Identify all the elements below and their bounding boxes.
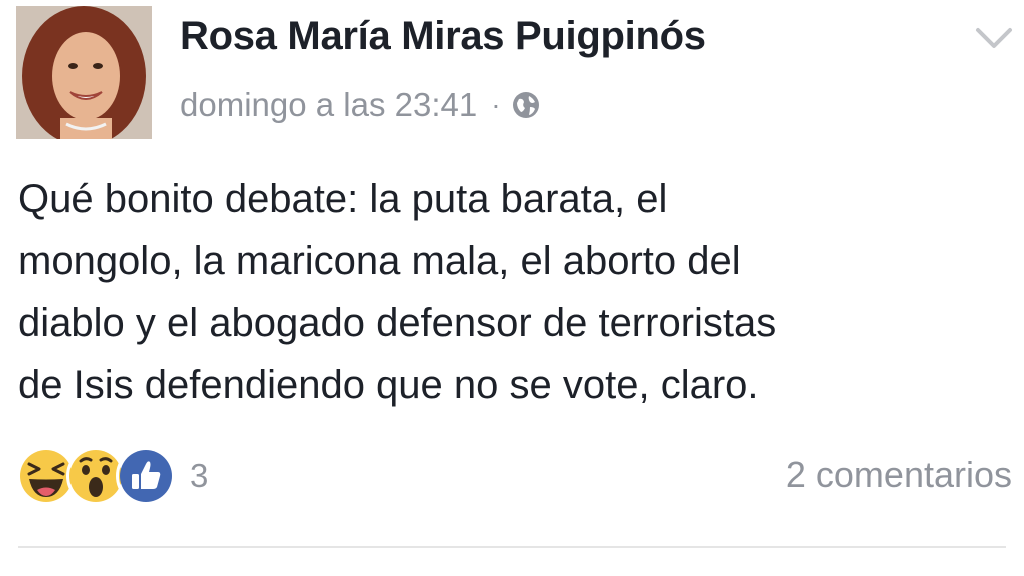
reactions-summary[interactable]: 3: [16, 446, 208, 506]
comments-link[interactable]: 2 comentarios: [786, 454, 1012, 496]
post-timestamp[interactable]: domingo a las 23:41: [180, 86, 477, 124]
chevron-down-icon[interactable]: [972, 20, 1016, 56]
author-name[interactable]: Rosa María Miras Puigpinós: [180, 14, 706, 59]
post-text-line: mongolo, la maricona mala, el aborto del: [18, 239, 741, 283]
post-text-line: diablo y el abogado defensor de terroris…: [18, 301, 777, 345]
avatar[interactable]: [16, 6, 152, 139]
like-icon: [116, 446, 176, 506]
divider: [18, 546, 1006, 548]
globe-icon[interactable]: [511, 90, 541, 120]
post-header: Rosa María Miras Puigpinós domingo a las…: [0, 0, 1024, 150]
post-text-line: Qué bonito debate: la puta barata, el: [18, 177, 668, 221]
facebook-post: Rosa María Miras Puigpinós domingo a las…: [0, 0, 1024, 576]
meta-separator: ·: [491, 89, 501, 120]
post-text-line: de Isis defendiendo que no se vote, clar…: [18, 363, 759, 407]
avatar-photo: [16, 6, 152, 139]
reaction-count[interactable]: 3: [190, 457, 208, 495]
post-text: Qué bonito debate: la puta barata, el mo…: [18, 168, 1008, 416]
post-meta: domingo a las 23:41 ·: [180, 86, 541, 124]
